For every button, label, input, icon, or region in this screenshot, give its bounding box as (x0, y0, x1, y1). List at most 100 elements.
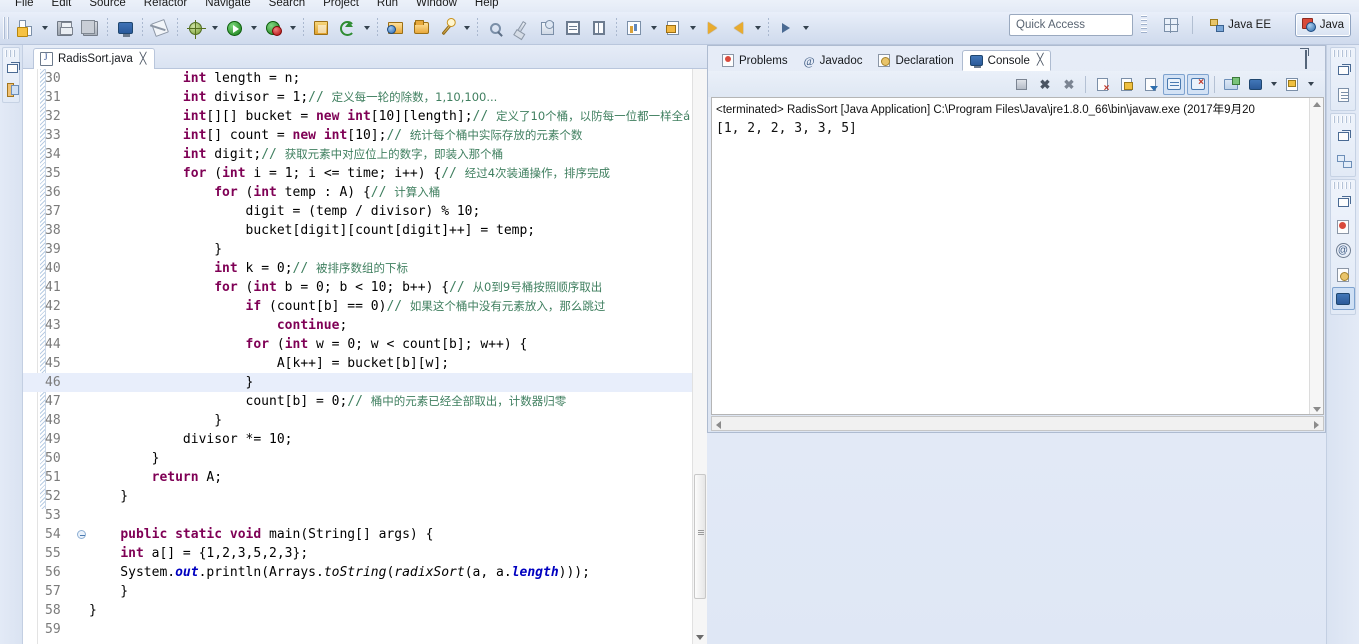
scroll-left-icon[interactable] (716, 421, 721, 429)
last-edit-dropdown-icon[interactable] (647, 16, 660, 40)
scroll-down-icon[interactable] (696, 635, 704, 640)
perspective-button-java-ee[interactable]: Java EE (1204, 13, 1277, 37)
open-type-icon[interactable] (383, 16, 407, 40)
tab-console[interactable]: Console ╳ (961, 50, 1052, 71)
scroll-right-icon[interactable] (1314, 421, 1319, 429)
toolbar-grip[interactable] (3, 17, 10, 39)
menu-item-refactor[interactable]: Refactor (135, 0, 196, 12)
save-all-icon[interactable] (78, 16, 102, 40)
external-tools-dropdown-icon[interactable] (360, 16, 373, 40)
scroll-up-icon[interactable] (1313, 102, 1321, 107)
menu-item-navigate[interactable]: Navigate (196, 0, 259, 12)
open-perspective-button[interactable] (1159, 14, 1183, 36)
right-view-grip[interactable] (1333, 182, 1353, 189)
code-line[interactable]: 33 int[] count = new int[10];// 统计每个桶中实际… (23, 126, 707, 145)
restore-icon[interactable] (1332, 191, 1355, 214)
code-line[interactable]: 37 digit = (temp / divisor) % 10; (23, 202, 707, 221)
code-line[interactable]: 31 int divisor = 1;// 定义每一轮的除数，1,10,100.… (23, 88, 707, 107)
minimize-panel-button[interactable] (1305, 50, 1318, 69)
code-line[interactable]: 39 } (23, 240, 707, 259)
code-line[interactable]: 54 public static void main(String[] args… (23, 525, 707, 544)
arrow-right-icon[interactable] (774, 16, 798, 40)
code-line[interactable]: 42 if (count[b] == 0)// 如果这个桶中没有元素放入，那么跳… (23, 297, 707, 316)
right-view-grip[interactable] (1333, 116, 1353, 123)
perspective-button-java[interactable]: Java (1294, 13, 1351, 37)
code-line[interactable]: 49 divisor *= 10; (23, 430, 707, 449)
code-line[interactable]: 57 } (23, 582, 707, 601)
menu-item-help[interactable]: Help (466, 0, 508, 12)
new-console-view-icon[interactable] (1220, 74, 1242, 95)
console-view-icon[interactable] (1331, 287, 1355, 310)
new-file-icon[interactable] (13, 16, 37, 40)
previous-annotation-icon[interactable] (587, 16, 611, 40)
next-annotation-icon[interactable] (561, 16, 585, 40)
tab-javadoc[interactable]: @ Javadoc (796, 50, 871, 71)
fold-collapse-icon[interactable] (77, 530, 86, 539)
open-console-icon[interactable] (1281, 74, 1303, 95)
package-icon[interactable] (535, 16, 559, 40)
forward-icon[interactable] (726, 16, 750, 40)
declaration-view-icon[interactable] (1332, 263, 1355, 286)
code-line[interactable]: 51 return A; (23, 468, 707, 487)
debug-dropdown-icon[interactable] (208, 16, 221, 40)
problems-view-icon[interactable] (1332, 215, 1355, 238)
debug-icon[interactable] (183, 16, 207, 40)
javadoc-view-icon[interactable]: @ (1332, 239, 1355, 262)
search-icon[interactable] (483, 16, 507, 40)
coverage-dropdown-icon[interactable] (286, 16, 299, 40)
editor-vertical-scrollbar[interactable] (692, 69, 707, 644)
wand-dropdown-icon[interactable] (460, 16, 473, 40)
open-console-dropdown-icon[interactable] (1304, 72, 1317, 96)
editor-tab-radissort[interactable]: RadisSort.java ╳ (33, 48, 156, 69)
code-editor[interactable]: 30 int length = n; 31 int divisor = 1;// … (23, 69, 707, 644)
menu-item-project[interactable]: Project (314, 0, 368, 12)
code-line[interactable]: 53 (23, 506, 707, 525)
tab-declaration[interactable]: Declaration (870, 50, 961, 71)
tab-problems[interactable]: Problems (714, 50, 796, 71)
restore-icon[interactable] (1332, 125, 1355, 148)
menu-item-edit[interactable]: Edit (43, 0, 81, 12)
code-line[interactable]: 56 System.out.println(Arrays.toString(ra… (23, 563, 707, 582)
run-icon[interactable] (222, 16, 246, 40)
code-line[interactable]: 55 int a[] = {1,2,3,5,2,3}; (23, 544, 707, 563)
code-line[interactable]: 41 for (int b = 0; b < 10; b++) {// 从0到9… (23, 278, 707, 297)
code-line[interactable]: 40 int k = 0;// 被排序数组的下标 (23, 259, 707, 278)
code-line[interactable]: 45 A[k++] = bucket[b][w]; (23, 354, 707, 373)
new-java-project-icon[interactable] (309, 16, 333, 40)
open-resource-icon[interactable] (409, 16, 433, 40)
right-view-grip[interactable] (1333, 50, 1353, 57)
console-view-icon[interactable] (113, 16, 137, 40)
restore-icon[interactable] (1332, 59, 1355, 82)
open-declaration-icon[interactable] (661, 16, 685, 40)
code-line[interactable]: 35 for (int i = 1; i <= time; i++) {// 经… (23, 164, 707, 183)
menu-item-file[interactable]: File (6, 0, 43, 12)
code-line[interactable]: 52 } (23, 487, 707, 506)
run-dropdown-icon[interactable] (247, 16, 260, 40)
editor-scrollbar-thumb[interactable] (694, 474, 706, 599)
menu-item-search[interactable]: Search (260, 0, 314, 12)
back-icon[interactable] (700, 16, 724, 40)
console-horizontal-scrollbar[interactable] (711, 416, 1324, 431)
code-line[interactable]: 38 bucket[digit][count[digit]++] = temp; (23, 221, 707, 240)
show-console-on-error-icon[interactable] (1187, 73, 1209, 95)
clear-console-icon[interactable] (1091, 74, 1113, 95)
display-selected-console-dropdown-icon[interactable] (1267, 72, 1280, 96)
pin-console-icon[interactable] (1139, 74, 1161, 95)
code-line[interactable]: 48 } (23, 411, 707, 430)
code-line[interactable]: 36 for (int temp : A) {// 计算入桶 (23, 183, 707, 202)
code-line[interactable]: 59 (23, 620, 707, 639)
show-console-on-output-icon[interactable] (1163, 73, 1185, 95)
arrow-right-dropdown-icon[interactable] (799, 16, 812, 40)
code-line[interactable]: 34 int digit;// 获取元素中对应位上的数字，即装入那个桶 (23, 145, 707, 164)
remove-launch-icon[interactable]: ✖ (1034, 74, 1056, 95)
left-view-grip[interactable] (5, 50, 17, 57)
scroll-lock-icon[interactable] (1115, 74, 1137, 95)
toggle-mark-occurrences-icon[interactable] (148, 16, 172, 40)
code-line[interactable]: 30 int length = n; (23, 69, 707, 88)
display-selected-console-icon[interactable] (1244, 74, 1266, 95)
code-line[interactable]: 43 continue; (23, 316, 707, 335)
open-declaration-dropdown-icon[interactable] (686, 16, 699, 40)
scroll-down-icon[interactable] (1313, 407, 1321, 412)
menu-item-run[interactable]: Run (368, 0, 407, 12)
forward-dropdown-icon[interactable] (751, 16, 764, 40)
